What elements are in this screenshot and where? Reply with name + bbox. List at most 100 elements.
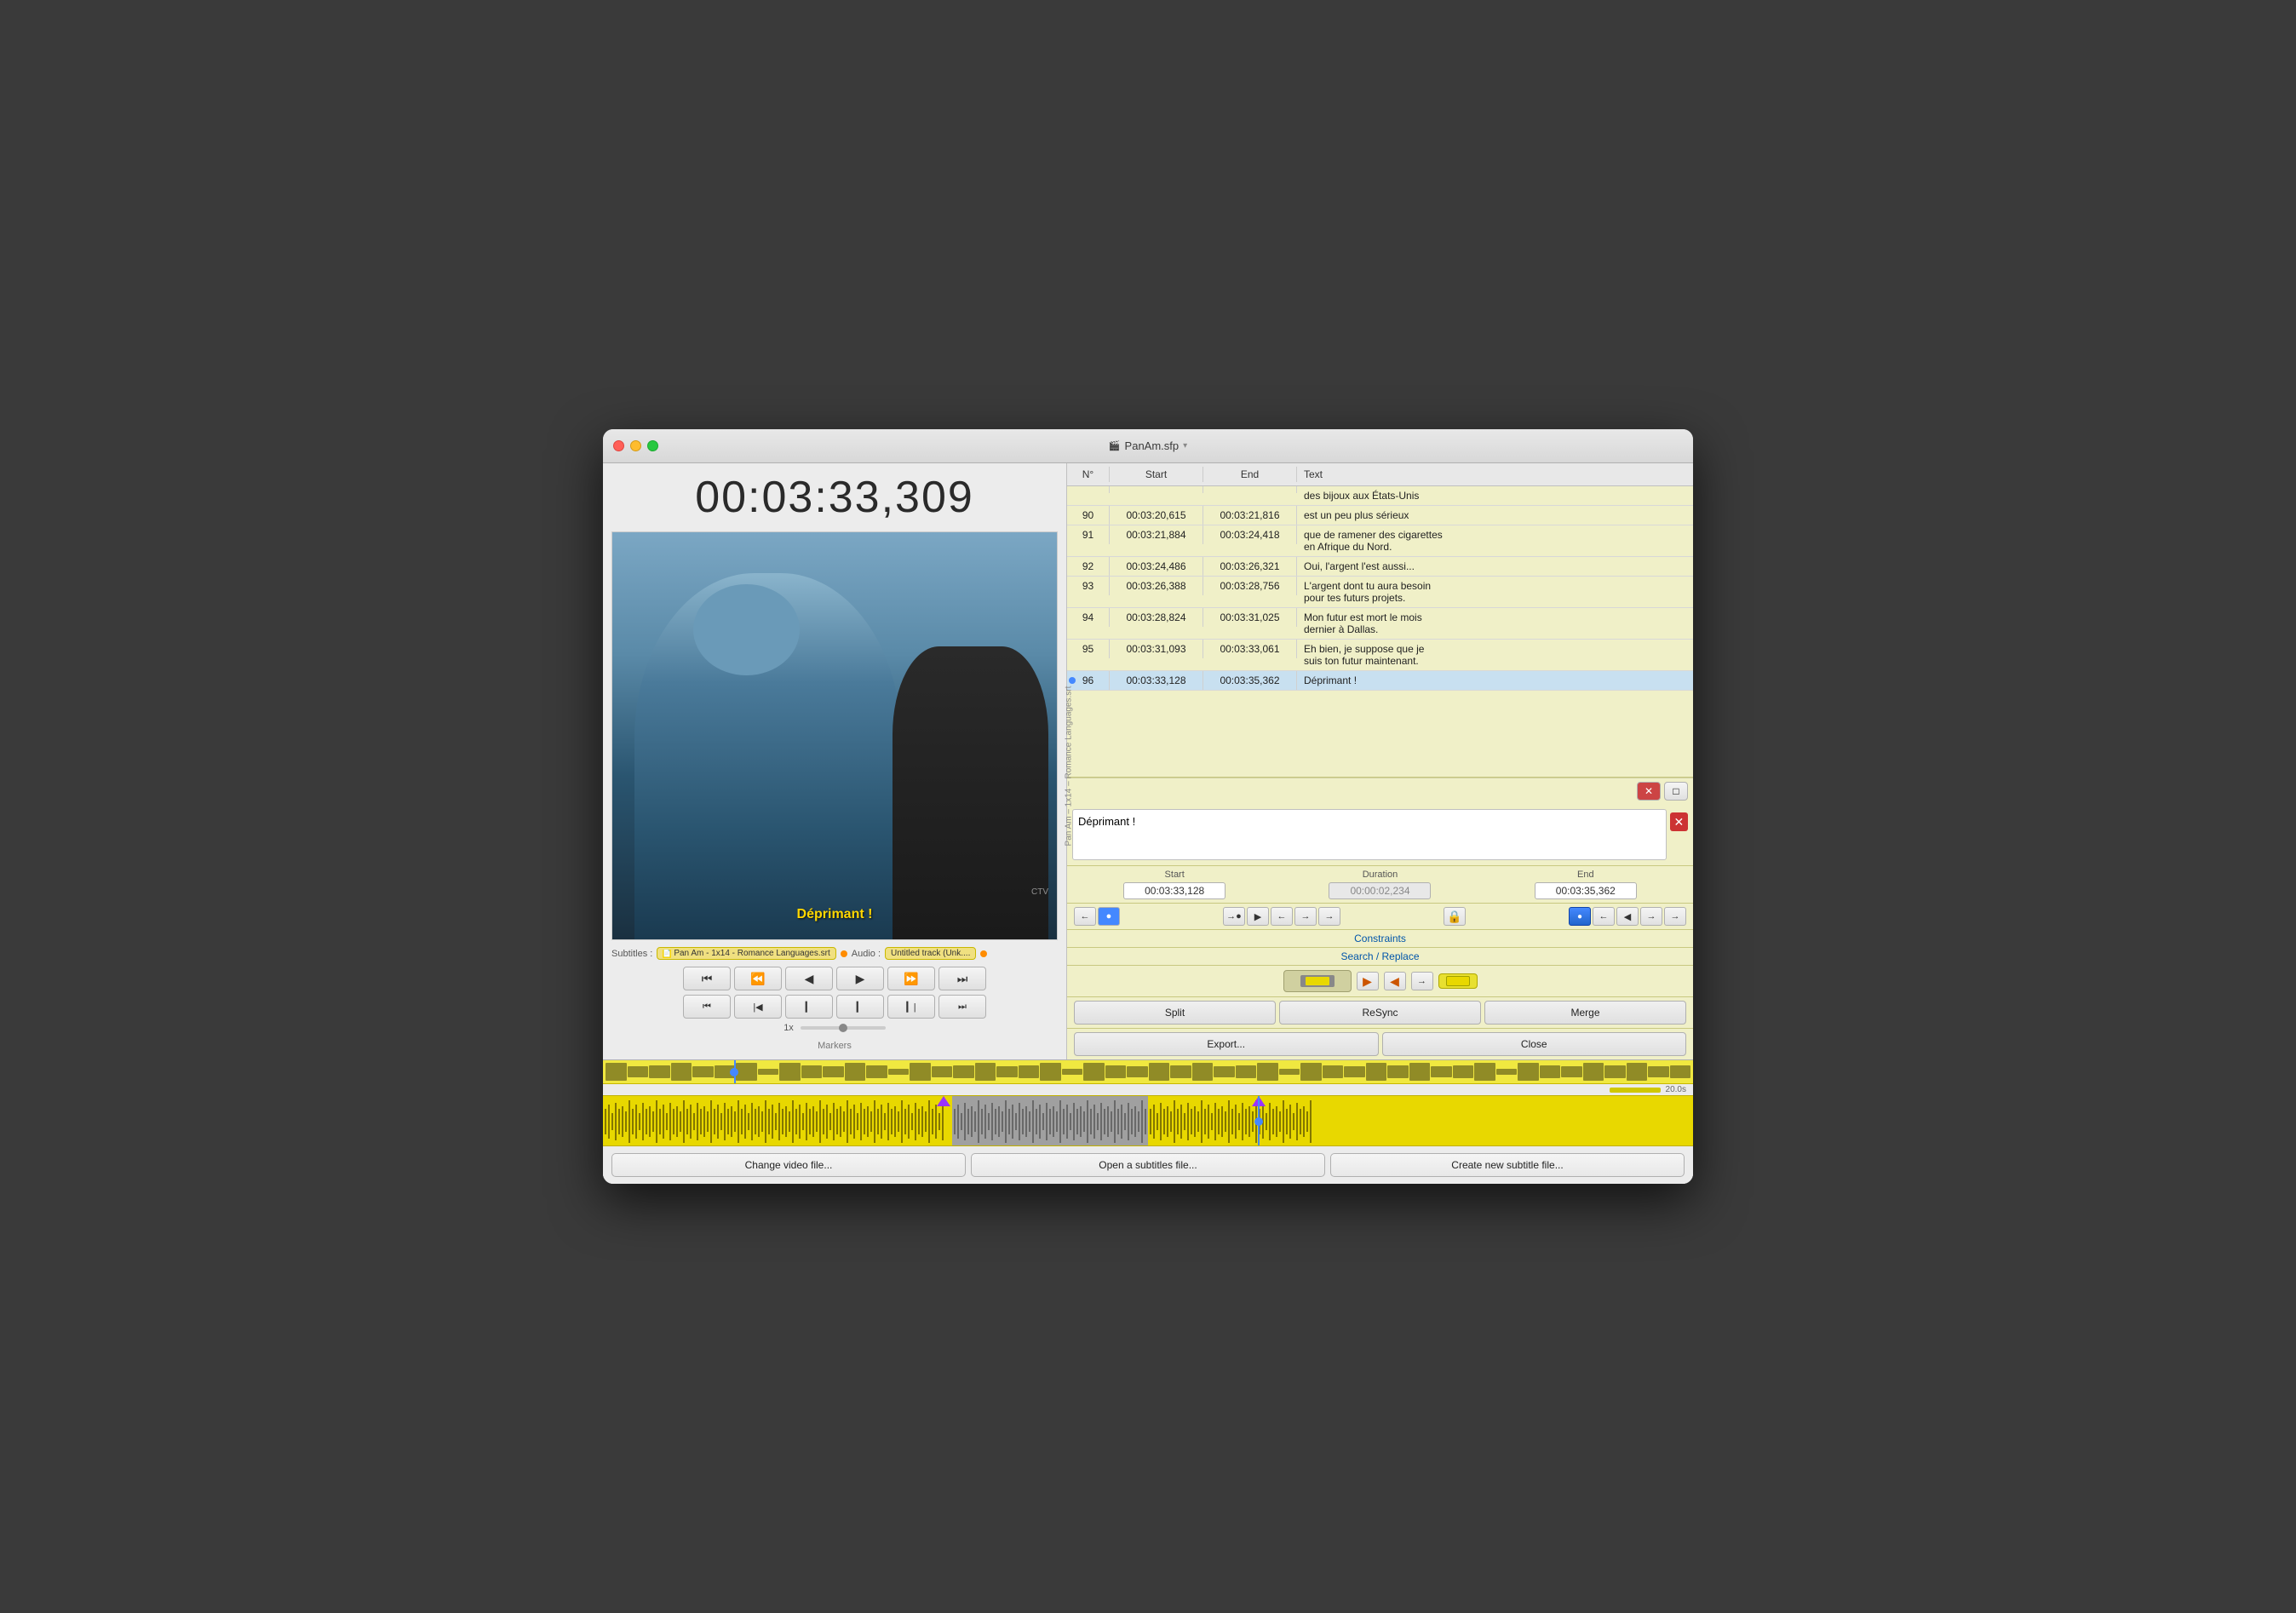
close-button[interactable]: Close xyxy=(1382,1032,1687,1056)
step-back2-button[interactable]: |◀ xyxy=(734,995,782,1019)
subtitle-text-input[interactable]: Déprimant ! xyxy=(1072,809,1667,860)
open-subtitles-button[interactable]: Open a subtitles file... xyxy=(971,1153,1325,1177)
duration-label: Duration xyxy=(1363,870,1398,880)
search-replace-link[interactable]: Search / Replace xyxy=(1340,950,1419,962)
bottom-buttons: Change video file... Open a subtitles fi… xyxy=(603,1146,1693,1184)
row-start: 00:03:31,093 xyxy=(1110,640,1203,658)
change-video-button[interactable]: Change video file... xyxy=(611,1153,966,1177)
nav-right-arrow3-button[interactable]: → xyxy=(1640,907,1662,926)
row-text: que de ramener des cigarettesen Afrique … xyxy=(1297,525,1693,556)
mark-in-button[interactable]: ▎ xyxy=(785,995,833,1019)
nav-right-circle-button[interactable]: ● xyxy=(1569,907,1591,926)
rewind-button[interactable]: ⏪ xyxy=(734,967,782,990)
fast-forward-button[interactable]: ⏩ xyxy=(887,967,935,990)
wf-bar xyxy=(1387,1065,1409,1078)
constraints-link[interactable]: Constraints xyxy=(1354,933,1406,944)
create-subtitle-button[interactable]: Create new subtitle file... xyxy=(1330,1153,1685,1177)
audio-file-badge[interactable]: Untitled track (Unk.... xyxy=(885,947,976,960)
waveform-overview[interactable] xyxy=(603,1060,1693,1084)
wf-bar xyxy=(671,1063,692,1081)
nav-go-right-button[interactable]: →● xyxy=(1223,907,1245,926)
merge-button[interactable]: Merge xyxy=(1484,1001,1686,1025)
media-play-orange[interactable]: ▶ xyxy=(1357,972,1379,990)
wf-bar xyxy=(1496,1069,1518,1075)
figure-left xyxy=(634,573,901,939)
row-text: est un peu plus sérieux xyxy=(1297,506,1693,525)
nav-circle-button[interactable]: ● xyxy=(1098,907,1120,926)
skip-to-end-button[interactable]: ⏭ xyxy=(938,967,986,990)
nav-go-right2-button[interactable]: → xyxy=(1294,907,1317,926)
table-row[interactable]: 94 00:03:28,824 00:03:31,025 Mon futur e… xyxy=(1067,608,1693,640)
end-input[interactable] xyxy=(1535,882,1637,899)
controls-row-1: ⏮ ⏪ ◀ ▶ ⏩ ⏭ xyxy=(611,967,1058,990)
subtitle-overlay: Déprimant ! xyxy=(797,907,873,922)
media-yellow-btn[interactable] xyxy=(1438,973,1478,989)
resync-button[interactable]: ReSync xyxy=(1279,1001,1481,1025)
nav-right-arrow4-button[interactable]: → xyxy=(1664,907,1686,926)
play-button[interactable]: ▶ xyxy=(836,967,884,990)
start-input[interactable] xyxy=(1123,882,1225,899)
wf-bar xyxy=(1648,1066,1669,1078)
table-row[interactable]: 95 00:03:31,093 00:03:33,061 Eh bien, je… xyxy=(1067,640,1693,671)
clear-text-button[interactable]: ✕ xyxy=(1670,812,1688,831)
row-start xyxy=(1110,486,1203,493)
nav-arrow-r2-button[interactable]: → xyxy=(1318,907,1340,926)
table-row-active[interactable]: 96 00:03:33,128 00:03:35,362 Déprimant ! xyxy=(1067,671,1693,691)
row-start: 00:03:21,884 xyxy=(1110,525,1203,544)
skip-to-start-button[interactable]: ⏮ xyxy=(683,967,731,990)
lock-button[interactable]: 🔒 xyxy=(1444,907,1466,926)
media-rewind-orange[interactable]: ◀ xyxy=(1384,972,1406,990)
audio-file-name: Untitled track (Unk.... xyxy=(891,949,970,958)
nav-play-nav-button[interactable]: ▶ xyxy=(1247,907,1269,926)
step-fwd2-button[interactable]: ▎| xyxy=(887,995,935,1019)
export-button[interactable]: Export... xyxy=(1074,1032,1379,1056)
nav-go-left-button[interactable]: ← xyxy=(1271,907,1293,926)
mark-out-button[interactable]: ▎ xyxy=(836,995,884,1019)
wf-bar xyxy=(1540,1065,1561,1078)
next-subtitle-button[interactable]: ⏭ xyxy=(938,995,986,1019)
wf-bar xyxy=(1583,1063,1604,1081)
title-text: PanAm.sfp xyxy=(1125,439,1180,452)
wf-bar xyxy=(1627,1063,1648,1081)
subtitle-table-area: N° Start End Text des bijoux aux États-U… xyxy=(1067,463,1693,778)
waveform-detail[interactable] xyxy=(603,1095,1693,1146)
wf-bar xyxy=(1170,1065,1191,1078)
title-dropdown-arrow[interactable]: ▾ xyxy=(1183,441,1187,451)
window-title: 🎬 PanAm.sfp ▾ xyxy=(1109,439,1187,452)
media-left-btn[interactable] xyxy=(1283,970,1352,992)
row-text: Mon futur est mort le moisdernier à Dall… xyxy=(1297,608,1693,639)
close-button[interactable] xyxy=(613,440,624,451)
table-row[interactable]: 90 00:03:20,615 00:03:21,816 est un peu … xyxy=(1067,506,1693,525)
split-button[interactable]: Split xyxy=(1074,1001,1276,1025)
media-right-arrow[interactable]: → xyxy=(1411,972,1433,990)
nav-right-arrow-button[interactable]: ← xyxy=(1593,907,1615,926)
col-n: N° xyxy=(1067,467,1110,482)
wf-bar xyxy=(1062,1069,1083,1075)
prev-subtitle-button[interactable]: ⏮ xyxy=(683,995,731,1019)
row-n: 92 xyxy=(1067,557,1110,576)
table-row[interactable]: 93 00:03:26,388 00:03:28,756 L'argent do… xyxy=(1067,577,1693,608)
maximize-button[interactable] xyxy=(647,440,658,451)
nav-right-arrow2-button[interactable]: ◀ xyxy=(1616,907,1639,926)
minimize-button[interactable] xyxy=(630,440,641,451)
add-row-button[interactable]: □ xyxy=(1664,782,1688,801)
duration-input[interactable] xyxy=(1329,882,1431,899)
wf-bar xyxy=(606,1063,627,1081)
row-n: 91 xyxy=(1067,525,1110,544)
start-label: Start xyxy=(1165,870,1185,880)
nav-left-arrow-button[interactable]: ← xyxy=(1074,907,1096,926)
table-row[interactable]: 92 00:03:24,486 00:03:26,321 Oui, l'arge… xyxy=(1067,557,1693,577)
table-row[interactable]: 91 00:03:21,884 00:03:24,418 que de rame… xyxy=(1067,525,1693,557)
subtitle-file-badge[interactable]: 📄 Pan Am - 1x14 - Romance Languages.srt xyxy=(657,947,835,960)
step-back-button[interactable]: ◀ xyxy=(785,967,833,990)
wf-bar xyxy=(1040,1063,1061,1081)
table-row[interactable]: des bijoux aux États-Unis xyxy=(1067,486,1693,506)
wf-bar xyxy=(1561,1066,1582,1078)
row-end: 00:03:33,061 xyxy=(1203,640,1297,658)
wf-bar xyxy=(1127,1066,1148,1078)
speed-slider[interactable] xyxy=(801,1026,886,1030)
delete-row-button[interactable]: ✕ xyxy=(1637,782,1661,801)
row-end xyxy=(1203,486,1297,493)
row-text: des bijoux aux États-Unis xyxy=(1297,486,1693,505)
wf-bar xyxy=(953,1065,974,1078)
